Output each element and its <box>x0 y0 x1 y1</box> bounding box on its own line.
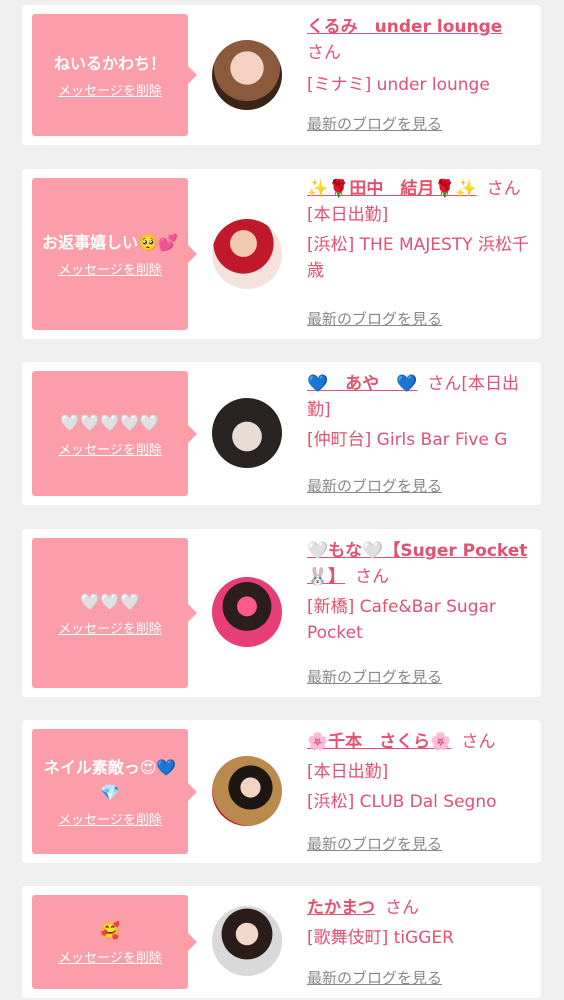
delete-message-link[interactable]: メッセージを削除 <box>58 80 162 99</box>
message-text: 🤍🤍🤍 <box>80 592 140 611</box>
message-card: ネイル素敵っ😍💙💎 メッセージを削除 🌸千本 さくら🌸 さん [本日出勤] [浜松… <box>22 720 541 863</box>
cast-name-link[interactable]: くるみ under lounge <box>307 17 502 37</box>
delete-message-link[interactable]: メッセージを削除 <box>58 439 162 458</box>
avatar[interactable] <box>212 398 282 468</box>
cast-name-link[interactable]: 🌸千本 さくら🌸 <box>307 732 451 752</box>
message-card: お返事嬉しい🥺💕 メッセージを削除 ✨🌹田中 結月🌹✨ さん[本日出勤] [浜松]… <box>22 169 541 339</box>
cast-name-link[interactable]: たかまつ <box>307 898 375 918</box>
cast-name-link[interactable]: ✨🌹田中 結月🌹✨ <box>307 179 477 199</box>
cast-name-link[interactable]: 🤍もな🤍【Suger Pocket🐰】 <box>307 541 527 587</box>
message-card: 🥰 メッセージを削除 たかまつ さん [歌舞伎町] tiGGER 最新のブログを見… <box>22 886 541 998</box>
delete-message-link[interactable]: メッセージを削除 <box>58 618 162 637</box>
message-text: ネイル素敵っ😍💙💎 <box>43 758 177 802</box>
delete-message-link[interactable]: メッセージを削除 <box>58 809 162 828</box>
message-bubble: ネイル素敵っ😍💙💎 メッセージを削除 <box>32 729 197 854</box>
name-suffix: さん <box>307 43 341 63</box>
delete-message-link[interactable]: メッセージを削除 <box>58 947 162 966</box>
shop-label: [浜松] THE MAJESTY 浜松千歳 <box>307 235 529 281</box>
message-text: 🤍🤍🤍🤍🤍 <box>60 412 160 432</box>
shop-label: [歌舞伎町] tiGGER <box>307 928 454 948</box>
latest-blog-link[interactable]: 最新のブログを見る <box>307 831 442 857</box>
latest-blog-link[interactable]: 最新のブログを見る <box>307 306 442 332</box>
delete-message-link[interactable]: メッセージを削除 <box>58 259 162 278</box>
message-bubble: ねいるかわち！ メッセージを削除 <box>32 14 197 136</box>
latest-blog-link[interactable]: 最新のブログを見る <box>307 664 442 690</box>
latest-blog-link[interactable]: 最新のブログを見る <box>307 473 442 499</box>
message-bubble: 🤍🤍🤍🤍🤍 メッセージを削除 <box>32 371 197 496</box>
avatar[interactable] <box>212 577 282 647</box>
avatar[interactable] <box>212 756 282 826</box>
message-bubble: お返事嬉しい🥺💕 メッセージを削除 <box>32 178 197 330</box>
shop-label: [新橋] Cafe&Bar Sugar Pocket <box>307 597 496 643</box>
avatar[interactable] <box>212 219 282 289</box>
message-card: ねいるかわち！ メッセージを削除 くるみ under lounge さん [ミナ… <box>22 5 541 145</box>
name-suffix: さん <box>355 567 390 587</box>
shop-label: [浜松] CLUB Dal Segno <box>307 792 497 812</box>
message-text: お返事嬉しい🥺💕 <box>42 233 178 252</box>
shop-label: [ミナミ] under lounge <box>307 75 490 95</box>
avatar[interactable] <box>212 906 282 976</box>
latest-blog-link[interactable]: 最新のブログを見る <box>307 111 442 137</box>
message-text: 🥰 <box>100 921 120 940</box>
latest-blog-link[interactable]: 最新のブログを見る <box>307 965 442 991</box>
avatar[interactable] <box>212 40 282 110</box>
cast-name-link[interactable]: 💙 あや 💙 <box>307 374 417 394</box>
attendance-status: [本日出勤] <box>307 762 389 782</box>
name-suffix: さん <box>385 898 419 918</box>
name-suffix: さん <box>461 732 496 752</box>
shop-label: [仲町台] Girls Bar Five G <box>307 430 508 450</box>
message-bubble: 🤍🤍🤍 メッセージを削除 <box>32 538 197 688</box>
message-card: 🤍🤍🤍 メッセージを削除 🤍もな🤍【Suger Pocket🐰】 さん [新橋] … <box>22 529 541 697</box>
message-card: 🤍🤍🤍🤍🤍 メッセージを削除 💙 あや 💙 さん[本日出勤] [仲町台] Girl… <box>22 362 541 505</box>
message-text: ねいるかわち！ <box>53 54 166 73</box>
message-bubble: 🥰 メッセージを削除 <box>32 895 197 989</box>
